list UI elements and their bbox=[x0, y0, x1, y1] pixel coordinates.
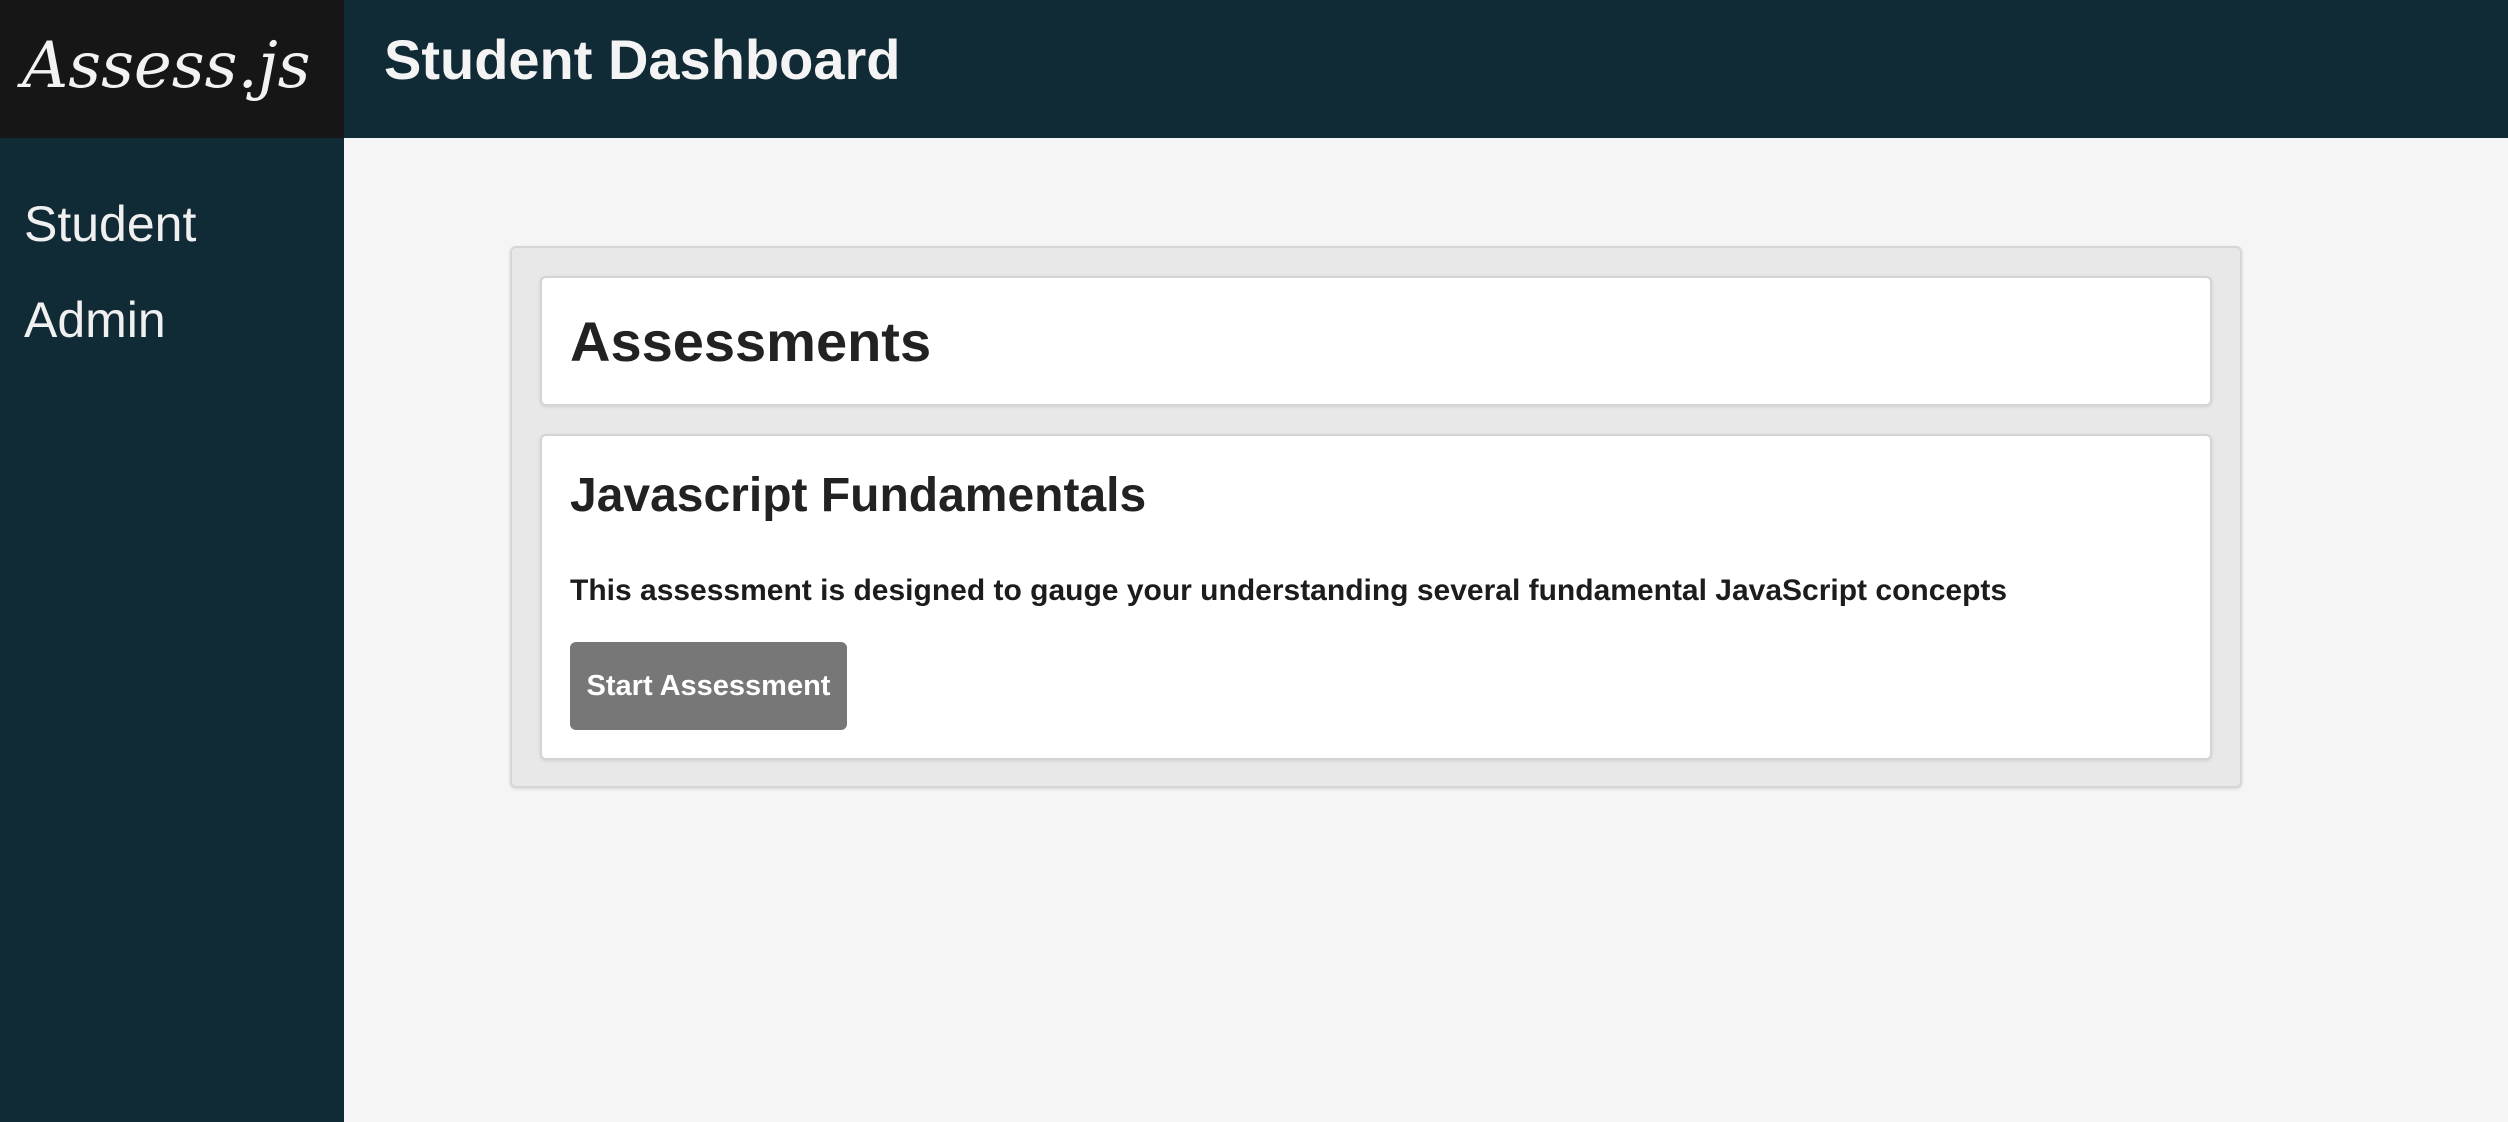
sidebar-item-student[interactable]: Student bbox=[0, 194, 344, 290]
sidebar-item-admin[interactable]: Admin bbox=[0, 290, 344, 386]
section-header-card: Assessments bbox=[540, 276, 2212, 406]
sidebar: Student Admin bbox=[0, 138, 344, 1122]
top-header: Student Dashboard bbox=[344, 0, 2508, 138]
section-title: Assessments bbox=[570, 309, 932, 373]
logo-text: Assess.js bbox=[22, 29, 311, 103]
assessment-description: This assessment is designed to gauge you… bbox=[570, 574, 2008, 607]
page-title: Student Dashboard bbox=[384, 27, 901, 91]
main-content: Assessments Javascript Fundamentals This… bbox=[344, 138, 2508, 1122]
logo[interactable]: Assess.js bbox=[0, 0, 344, 138]
assessment-title: Javascript Fundamentals bbox=[570, 469, 1147, 522]
start-assessment-button[interactable]: Start Assessment bbox=[570, 642, 847, 730]
assessments-panel: Assessments Javascript Fundamentals This… bbox=[510, 246, 2242, 788]
app-root: Assess.js Student Dashboard Student Admi… bbox=[0, 0, 2508, 1122]
assessment-card: Javascript Fundamentals This assessment … bbox=[540, 434, 2212, 760]
